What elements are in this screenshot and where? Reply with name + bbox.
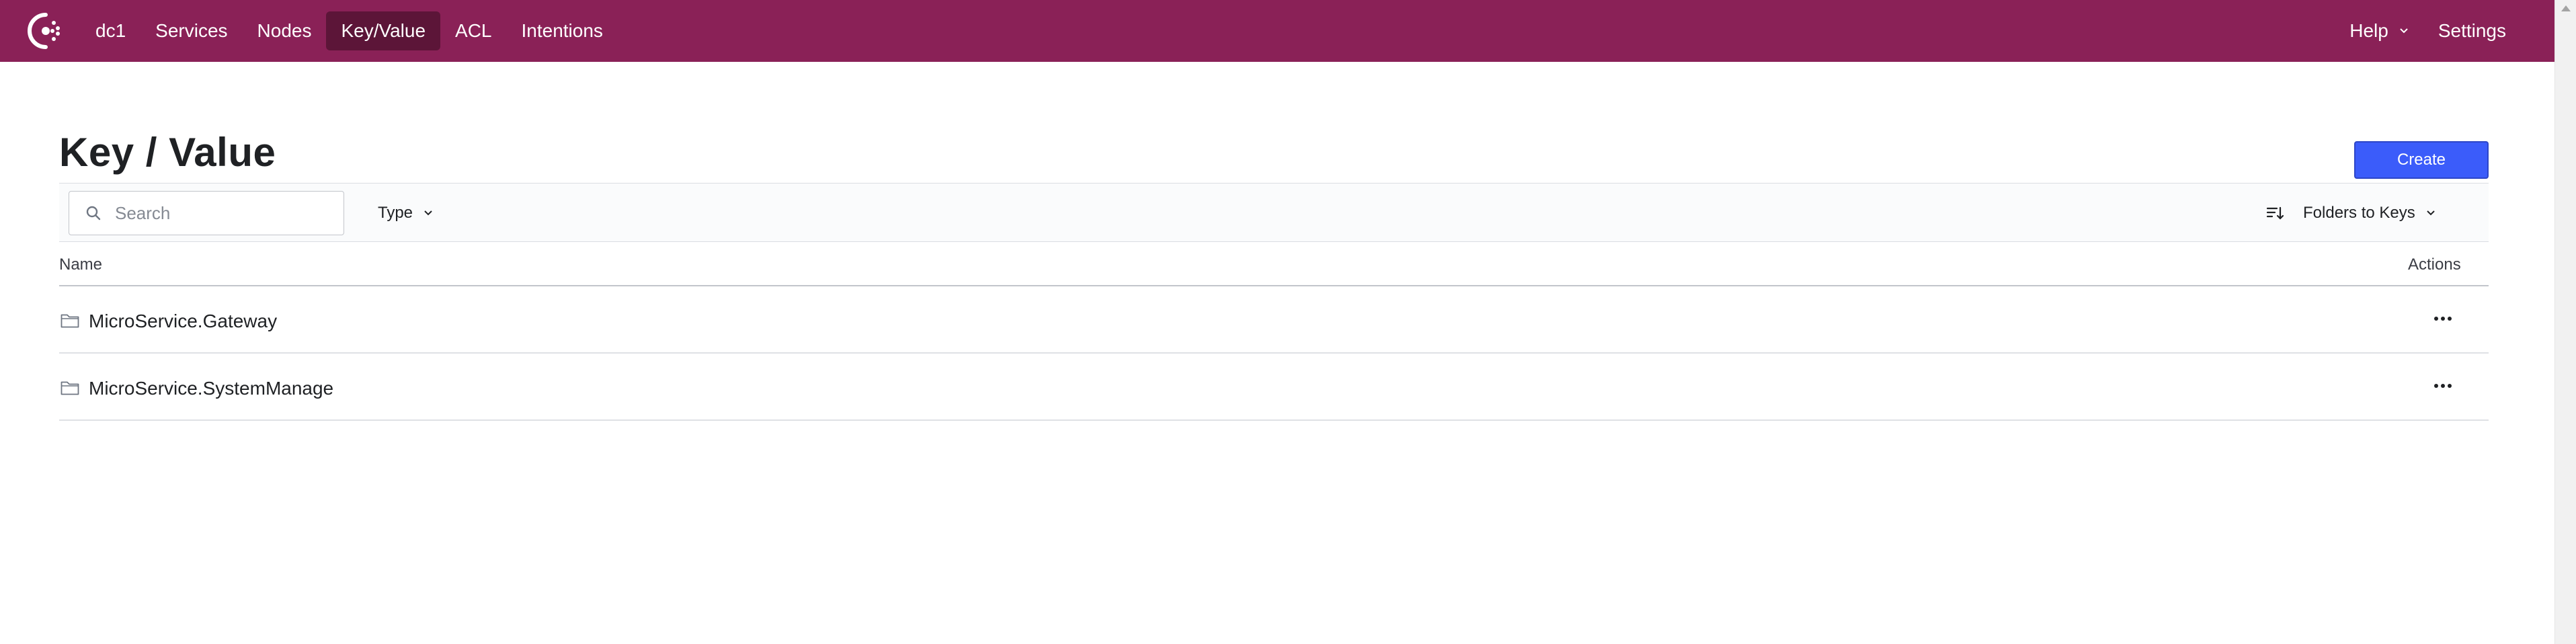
chevron-down-icon	[424, 210, 432, 216]
nav-settings[interactable]: Settings	[2423, 11, 2521, 50]
vertical-scrollbar[interactable]	[2554, 0, 2576, 644]
search-icon	[86, 206, 101, 220]
search-box[interactable]	[69, 191, 344, 235]
column-header-name: Name	[59, 255, 103, 274]
type-filter-label: Type	[378, 204, 413, 222]
sort-dropdown[interactable]: Folders to Keys	[2265, 184, 2436, 243]
scroll-up-icon[interactable]	[2561, 5, 2571, 11]
filter-toolbar: Type Folders to Keys	[59, 183, 2489, 242]
nav-help-menu[interactable]: Help	[2335, 11, 2423, 50]
row-key-name[interactable]: MicroService.SystemManage	[89, 378, 333, 399]
nav-services[interactable]: Services	[140, 11, 242, 50]
sort-icon	[2266, 206, 2284, 220]
nav-acl[interactable]: ACL	[440, 11, 506, 50]
nav-dc1[interactable]: dc1	[81, 11, 140, 50]
sort-label: Folders to Keys	[2303, 204, 2415, 222]
nav-nodes[interactable]: Nodes	[243, 11, 327, 50]
chevron-down-icon	[2400, 28, 2408, 34]
chevron-down-icon	[2427, 210, 2435, 216]
search-input[interactable]	[115, 202, 330, 224]
consul-logo-icon[interactable]	[26, 11, 66, 51]
type-filter-dropdown[interactable]: Type	[378, 184, 433, 243]
create-button[interactable]: Create	[2354, 141, 2489, 179]
help-label: Help	[2349, 20, 2388, 41]
folder-icon	[61, 314, 79, 328]
page-title: Key / Value	[59, 130, 276, 175]
table-row[interactable]: MicroService.Gateway	[59, 286, 2489, 354]
nav-intentions[interactable]: Intentions	[507, 11, 618, 50]
table-row[interactable]: MicroService.SystemManage	[59, 354, 2489, 421]
folder-icon	[61, 381, 79, 395]
top-navigation: dc1 Services Nodes Key/Value ACL Intenti…	[0, 0, 2554, 62]
more-actions-icon[interactable]	[2429, 378, 2456, 394]
column-header-actions: Actions	[2408, 255, 2461, 274]
nav-key-value[interactable]: Key/Value	[326, 11, 441, 50]
row-key-name[interactable]: MicroService.Gateway	[89, 311, 277, 332]
more-actions-icon[interactable]	[2429, 311, 2456, 327]
